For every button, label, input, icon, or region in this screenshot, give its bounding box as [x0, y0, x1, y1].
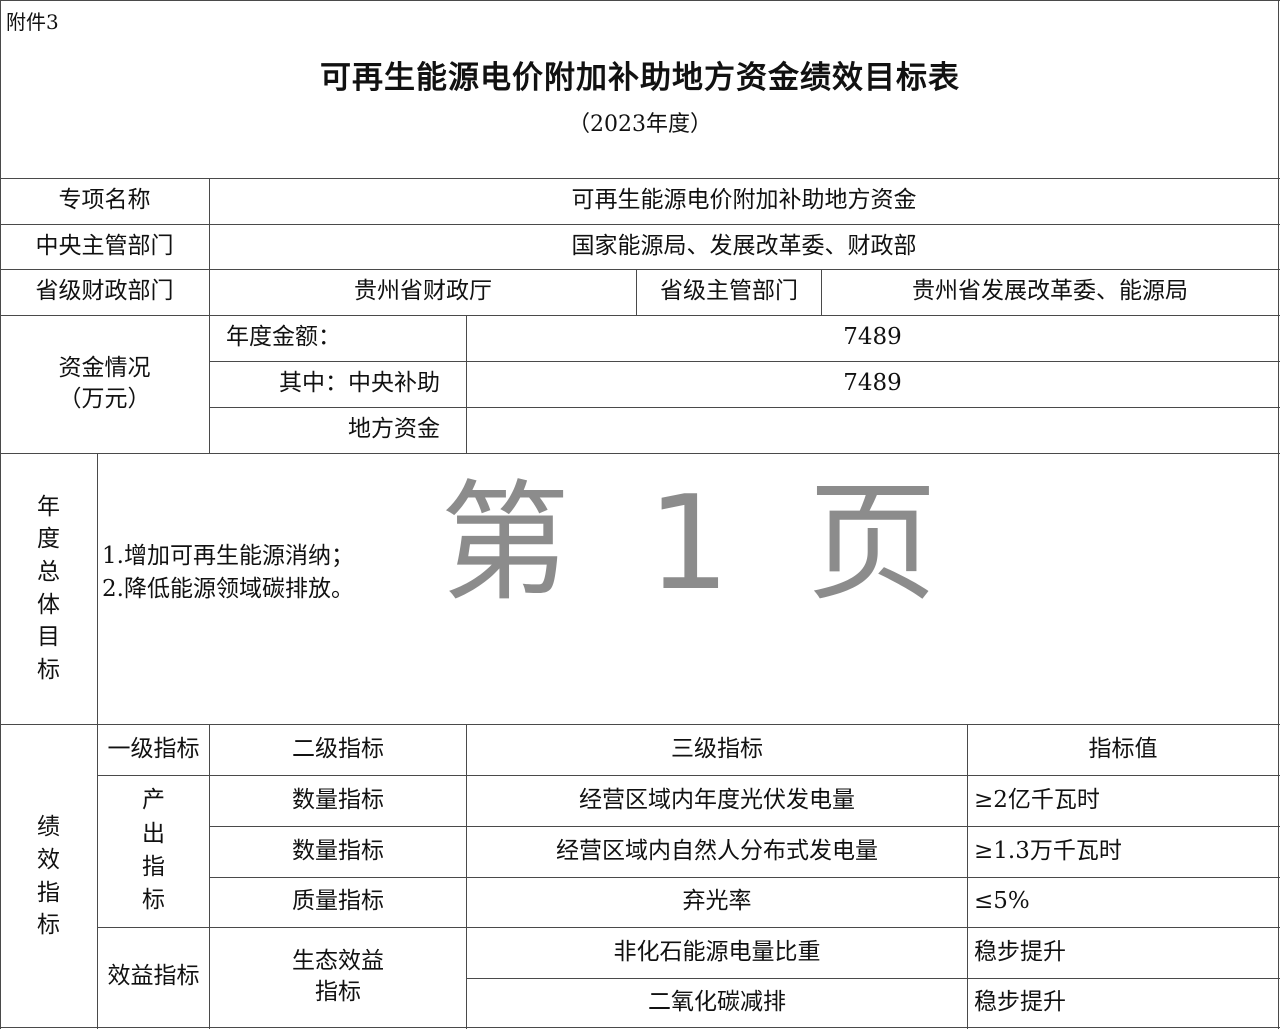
central-dept-label: 中央主管部门 — [35, 232, 174, 259]
row-level3: 弃光率 — [682, 888, 752, 915]
goal-label-char: 标 — [37, 656, 60, 683]
funds-label: 资金情况 （万元） — [0, 315, 209, 453]
prov-finance-value: 贵州省财政厅 — [354, 278, 492, 305]
funds-label-line1: 资金情况 — [58, 354, 151, 381]
row-value: ≥2亿千瓦时 — [974, 786, 1100, 813]
project-name-value: 可再生能源电价附加补助地方资金 — [571, 187, 917, 214]
goal-label-char: 体 — [37, 591, 60, 618]
annex-label: 附件3 — [6, 10, 59, 34]
perf-label-char: 标 — [37, 912, 60, 939]
row-level3: 二氧化碳减排 — [648, 988, 786, 1015]
row-level3: 非化石能源电量比重 — [613, 938, 821, 965]
benefit-indicators-label: 效益指标 — [107, 963, 200, 990]
annual-goals-label: 年 度 总 体 目 标 — [0, 453, 97, 724]
perf-label-char: 效 — [37, 846, 60, 873]
row-value: 稳步提升 — [974, 938, 1066, 965]
output-label-char: 指 — [142, 854, 165, 880]
row-value: 稳步提升 — [974, 988, 1066, 1015]
annual-goals-text: 1.增加可再生能源消纳； 2.降低能源领域碳排放。 — [102, 540, 354, 607]
prov-finance-label: 省级财政部门 — [35, 278, 174, 305]
row-level3: 经营区域内年度光伏发电量 — [579, 786, 855, 813]
central-dept-value: 国家能源局、发展改革委、财政部 — [571, 232, 917, 259]
header-level3: 三级指标 — [671, 735, 763, 762]
header-level2: 二级指标 — [292, 735, 384, 762]
goal-label-char: 目 — [37, 624, 60, 651]
row-level2: 数量指标 — [292, 837, 384, 864]
row-level2: 质量指标 — [292, 888, 384, 915]
eco-benefit-label: 生态效益 指标 — [210, 927, 466, 1027]
perf-label-char: 指 — [37, 879, 60, 906]
local-funds-value — [467, 407, 1278, 453]
prov-dept-value: 贵州省发展改革委、能源局 — [912, 278, 1188, 305]
central-subsidy-label: 其中：中央补助 — [279, 370, 440, 397]
header-value: 指标值 — [1088, 735, 1158, 762]
project-name-label: 专项名称 — [58, 187, 151, 214]
page-watermark: 第 1 页 — [440, 467, 956, 619]
goal-item: 2.降低能源领域碳排放。 — [102, 576, 354, 603]
performance-label: 绩 效 指 标 — [0, 724, 97, 1029]
year-subtitle: （2023年度） — [568, 112, 712, 137]
output-indicators-label: 产 出 指 标 — [98, 775, 209, 927]
goal-item: 1.增加可再生能源消纳； — [102, 543, 354, 569]
header-level1: 一级指标 — [107, 735, 200, 762]
row-level2: 数量指标 — [292, 786, 384, 813]
output-label-char: 出 — [142, 820, 165, 847]
page-title: 可再生能源电价附加补助地方资金绩效目标表 — [320, 60, 960, 96]
goal-label-char: 年 — [37, 493, 60, 520]
output-label-char: 标 — [142, 887, 165, 914]
goal-label-char: 度 — [37, 526, 60, 553]
row-value: ≥1.3万千瓦时 — [974, 837, 1122, 864]
eco-label-line: 指标 — [315, 979, 361, 1005]
goal-label-char: 总 — [37, 558, 60, 585]
annual-amount-value: 7489 — [843, 324, 902, 351]
local-funds-label: 地方资金 — [348, 416, 440, 443]
funds-label-line2: （万元） — [58, 386, 151, 412]
central-subsidy-value: 7489 — [843, 370, 902, 397]
row-level3: 经营区域内自然人分布式发电量 — [556, 837, 878, 864]
annual-amount-label: 年度金额： — [226, 324, 341, 351]
perf-label-char: 绩 — [37, 814, 60, 841]
row-value: ≤5% — [974, 888, 1030, 915]
eco-label-line: 生态效益 — [292, 947, 384, 974]
output-label-char: 产 — [142, 787, 165, 814]
prov-dept-label: 省级主管部门 — [660, 278, 798, 305]
